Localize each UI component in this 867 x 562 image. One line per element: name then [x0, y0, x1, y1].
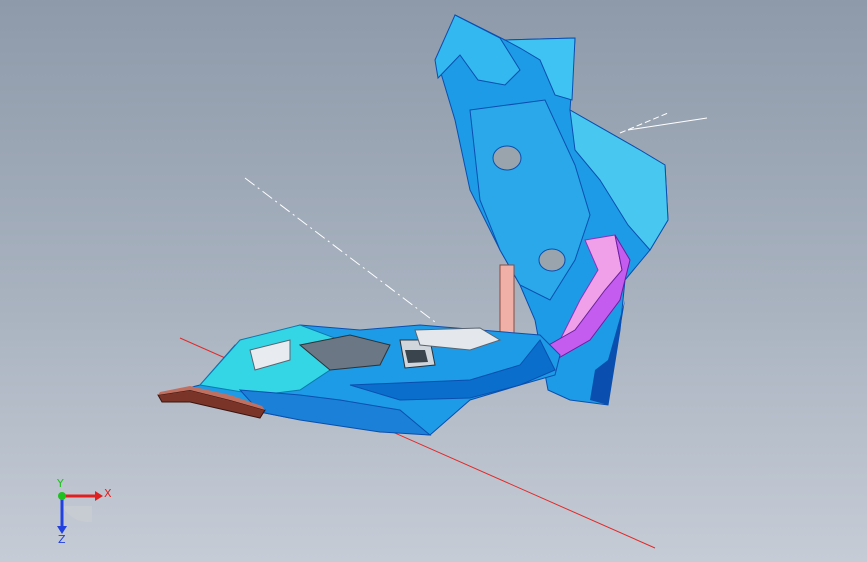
3d-viewport[interactable]: X Y Z [0, 0, 867, 562]
y-axis-label: Y [57, 477, 64, 490]
x-axis-label: X [104, 487, 112, 500]
support-rod [499, 264, 515, 341]
dashed-construction-line [244, 177, 436, 323]
model-canvas[interactable] [0, 0, 867, 562]
axis-triad: X Y Z [40, 477, 120, 550]
y-axis-dot [58, 492, 66, 500]
floor-section[interactable] [159, 324, 561, 436]
construction-line-right [627, 117, 708, 131]
x-axis-arrowhead [95, 491, 103, 501]
construction-line-right-dash [619, 112, 669, 134]
z-axis-label: Z [58, 533, 66, 546]
